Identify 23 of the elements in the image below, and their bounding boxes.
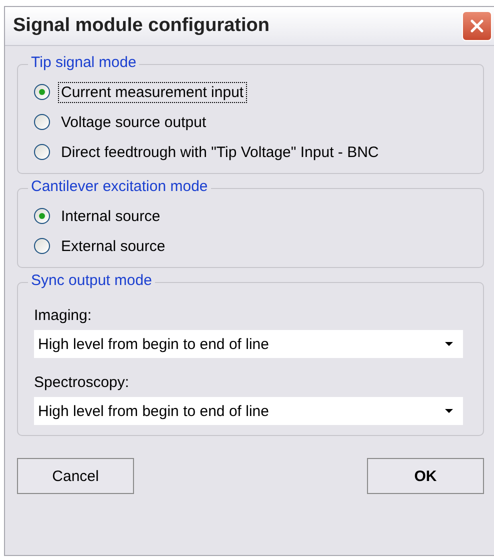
radio-button[interactable] <box>34 238 50 254</box>
radio-button[interactable] <box>34 84 50 100</box>
close-button[interactable] <box>462 11 492 41</box>
radio-label[interactable]: Current measurement input <box>58 82 247 102</box>
window-title: Signal module configuration <box>13 15 270 37</box>
dialog-button[interactable]: OK <box>367 458 484 494</box>
caret-icon <box>445 342 453 346</box>
dropdown[interactable]: High level from begin to end of line <box>34 330 463 358</box>
caret-icon <box>445 409 453 413</box>
radio-label[interactable]: Voltage source output <box>58 112 210 132</box>
field-label: Spectroscopy: <box>34 374 130 391</box>
radio-label[interactable]: External source <box>58 236 168 256</box>
radio-label[interactable]: Internal source <box>58 206 164 226</box>
group-title: Sync output mode <box>28 272 155 289</box>
radio-button[interactable] <box>34 114 50 130</box>
dropdown[interactable]: High level from begin to end of line <box>34 397 463 425</box>
close-icon <box>469 18 485 34</box>
radio-label[interactable]: Direct feedtrough with "Tip Voltage" Input - BNC <box>58 142 382 162</box>
radio-button[interactable] <box>34 208 50 224</box>
group-title: Tip signal mode <box>28 54 140 71</box>
field-label: Imaging: <box>34 307 93 324</box>
radio-button[interactable] <box>34 144 50 160</box>
dialog-button[interactable]: Cancel <box>17 458 134 494</box>
